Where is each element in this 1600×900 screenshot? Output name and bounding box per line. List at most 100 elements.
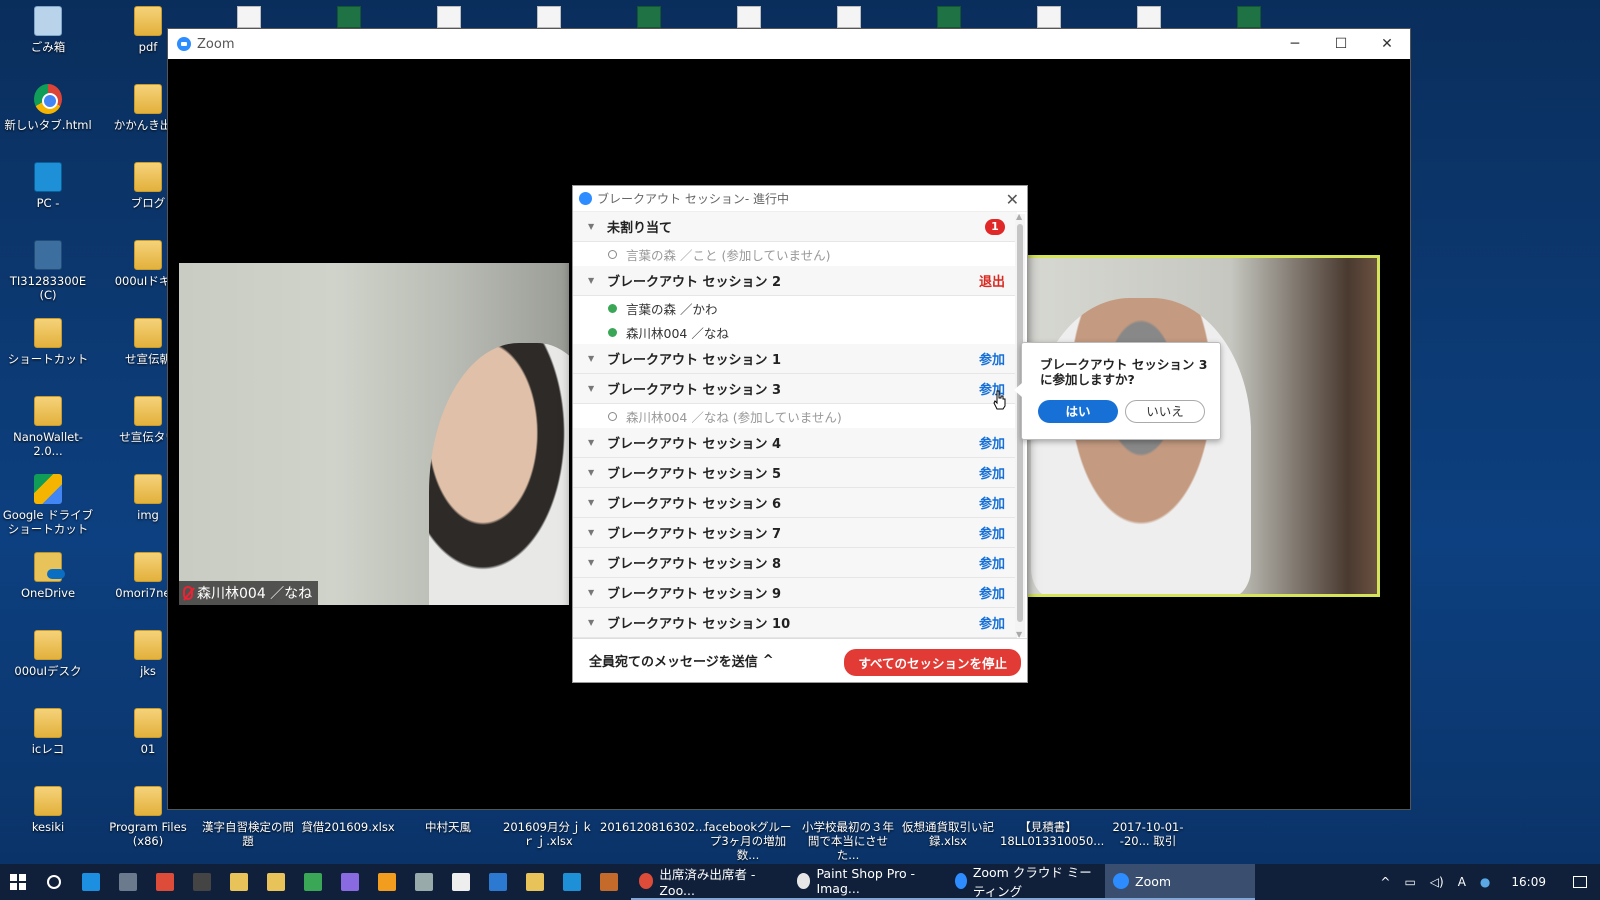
desktop-icon-label: 仮想通貨取引い記録.xlsx <box>902 820 994 848</box>
taskbar-pinned-app[interactable] <box>220 864 257 900</box>
desktop-icon[interactable]: facebookグループ3ヶ月の増加数... <box>700 810 796 862</box>
taskbar-pinned-app[interactable] <box>183 864 220 900</box>
participant-video-left[interactable]: 森川林004 ／なね <box>179 263 569 605</box>
broadcast-message-button[interactable]: 全員宛てのメッセージを送信 ^ <box>589 651 774 670</box>
expand-triangle-icon[interactable]: ▼ <box>588 588 598 597</box>
desktop-icon[interactable]: NanoWallet-2.0... <box>0 396 96 458</box>
desktop-icon[interactable]: 貸借201609.xlsx <box>300 810 396 834</box>
desktop-icon[interactable]: TI31283300E (C) <box>0 240 96 302</box>
taskbar-pinned-app[interactable] <box>516 864 553 900</box>
expand-triangle-icon[interactable]: ▼ <box>588 384 598 393</box>
network-icon[interactable]: ▭ <box>1397 875 1422 889</box>
desktop-icon[interactable]: icレコ <box>0 708 96 756</box>
expand-triangle-icon[interactable]: ▼ <box>588 276 598 285</box>
system-tray: ^ ▭ ◁) A ● 16:09 <box>1373 864 1600 900</box>
taskbar-pinned-app[interactable] <box>553 864 590 900</box>
session-header[interactable]: ▼ ブレークアウト セッション 4 参加 <box>573 428 1017 458</box>
join-session-button[interactable]: 参加 <box>979 463 1005 482</box>
close-icon[interactable]: ✕ <box>1006 190 1019 209</box>
expand-triangle-icon[interactable]: ▼ <box>588 222 598 231</box>
desktop-icon[interactable]: 小学校最初の３年間で本当にさせた... <box>800 810 896 862</box>
join-question: ブレークアウト セッション 3 に参加しますか? <box>1040 357 1208 387</box>
join-session-button[interactable]: 参加 <box>979 523 1005 542</box>
session-header[interactable]: ▼ 未割り当て 1 <box>573 212 1017 242</box>
desktop-icon[interactable]: 201609月分ｊｋｒｊ.xlsx <box>500 810 596 848</box>
ime-indicator[interactable]: A <box>1451 875 1473 889</box>
desktop-icon[interactable]: 000uIデスク <box>0 630 96 678</box>
desktop-icon[interactable]: 新しいタブ.html <box>0 84 96 132</box>
taskbar-pinned-app[interactable] <box>294 864 331 900</box>
close-window-button[interactable]: ✕ <box>1364 29 1410 59</box>
taskbar-task-button[interactable]: Zoom クラウド ミーティング <box>947 864 1105 900</box>
session-header[interactable]: ▼ ブレークアウト セッション 7 参加 <box>573 518 1017 548</box>
taskbar-pinned-app[interactable] <box>368 864 405 900</box>
join-session-button[interactable]: 参加 <box>979 433 1005 452</box>
session-header[interactable]: ▼ ブレークアウト セッション 1 参加 <box>573 344 1017 374</box>
desktop-icon[interactable]: 漢字自習検定の問題 <box>200 810 296 848</box>
maximize-button[interactable]: ☐ <box>1318 29 1364 59</box>
session-member: 森川林004 ／なね (参加していません) <box>573 404 1017 428</box>
session-header[interactable]: ▼ ブレークアウト セッション 3 参加 <box>573 374 1017 404</box>
expand-triangle-icon[interactable]: ▼ <box>588 618 598 627</box>
mail-icon <box>451 873 470 891</box>
stop-all-sessions-button[interactable]: すべてのセッションを停止 <box>844 649 1021 676</box>
folder-icon <box>134 240 162 270</box>
desktop-icon[interactable]: ショートカット <box>0 318 96 366</box>
expand-triangle-icon[interactable]: ▼ <box>588 354 598 363</box>
taskbar-pinned-app[interactable] <box>405 864 442 900</box>
yes-button[interactable]: はい <box>1038 400 1118 423</box>
action-center-button[interactable] <box>1560 864 1600 900</box>
session-header[interactable]: ▼ ブレークアウト セッション 2 退出 <box>573 266 1017 296</box>
taskbar-pinned-app[interactable] <box>109 864 146 900</box>
expand-triangle-icon[interactable]: ▼ <box>588 498 598 507</box>
minimize-button[interactable]: ─ <box>1272 29 1318 59</box>
desktop-icon[interactable]: 仮想通貨取引い記録.xlsx <box>900 810 996 848</box>
taskbar-pinned-app[interactable] <box>442 864 479 900</box>
start-button[interactable] <box>0 864 36 900</box>
desktop-icon[interactable]: PC - <box>0 162 96 210</box>
desktop-icon[interactable]: kesiki <box>0 786 96 834</box>
join-session-button[interactable]: 参加 <box>979 613 1005 632</box>
volume-icon[interactable]: ◁) <box>1423 875 1451 889</box>
session-header[interactable]: ▼ ブレークアウト セッション 8 参加 <box>573 548 1017 578</box>
desktop-icon-label: 貸借201609.xlsx <box>301 820 395 834</box>
desktop-icon[interactable]: 2017-10-01--20... 取引 <box>1100 810 1196 848</box>
no-button[interactable]: いいえ <box>1125 400 1205 423</box>
taskbar-pinned-app[interactable] <box>590 864 627 900</box>
desktop-icon[interactable]: OneDrive <box>0 552 96 600</box>
taskbar-pinned-app[interactable] <box>257 864 294 900</box>
desktop-icon[interactable]: ごみ箱 <box>0 6 96 54</box>
session-header[interactable]: ▼ ブレークアウト セッション 5 参加 <box>573 458 1017 488</box>
join-session-button[interactable]: 参加 <box>979 349 1005 368</box>
desktop-icon[interactable]: 2016120816302... <box>600 810 706 834</box>
expand-triangle-icon[interactable]: ▼ <box>588 528 598 537</box>
join-session-button[interactable]: 参加 <box>979 553 1005 572</box>
cortana-search-button[interactable] <box>36 864 72 900</box>
session-header[interactable]: ▼ ブレークアウト セッション 6 参加 <box>573 488 1017 518</box>
taskbar-task-button[interactable]: Zoom <box>1105 864 1255 900</box>
desktop-partial-icon <box>337 6 361 28</box>
join-session-button[interactable]: 参加 <box>979 583 1005 602</box>
taskbar-pinned-app[interactable] <box>479 864 516 900</box>
taskbar-task-button[interactable]: 出席済み出席者 - Zoo... <box>631 864 789 900</box>
taskbar-pinned-app[interactable] <box>72 864 109 900</box>
session-header[interactable]: ▼ ブレークアウト セッション 10 参加 <box>573 608 1017 638</box>
desktop-icon[interactable]: 中村天風 <box>400 810 496 834</box>
expand-triangle-icon[interactable]: ▼ <box>588 468 598 477</box>
join-session-popup: ブレークアウト セッション 3 に参加しますか? はい いいえ <box>1014 342 1221 440</box>
session-header[interactable]: ▼ ブレークアウト セッション 9 参加 <box>573 578 1017 608</box>
desktop-partial-icon <box>437 6 461 28</box>
taskbar-task-button[interactable]: Paint Shop Pro - Imag... <box>789 864 947 900</box>
onedrive-tray-icon[interactable]: ● <box>1473 875 1497 889</box>
expand-triangle-icon[interactable]: ▼ <box>588 558 598 567</box>
expand-triangle-icon[interactable]: ▼ <box>588 438 598 447</box>
tray-chevron-icon[interactable]: ^ <box>1373 875 1397 889</box>
clock[interactable]: 16:09 <box>1497 875 1560 889</box>
join-session-button[interactable]: 参加 <box>979 493 1005 512</box>
desktop-icon[interactable]: 【見積書】18LL013310050... <box>1000 810 1104 848</box>
taskbar-pinned-app[interactable] <box>331 864 368 900</box>
scroll-up-icon[interactable]: ▲ <box>1016 212 1022 221</box>
leave-session-button[interactable]: 退出 <box>979 271 1005 290</box>
desktop-icon[interactable]: Google ドライブ ショートカット <box>0 474 96 536</box>
taskbar-pinned-app[interactable] <box>146 864 183 900</box>
